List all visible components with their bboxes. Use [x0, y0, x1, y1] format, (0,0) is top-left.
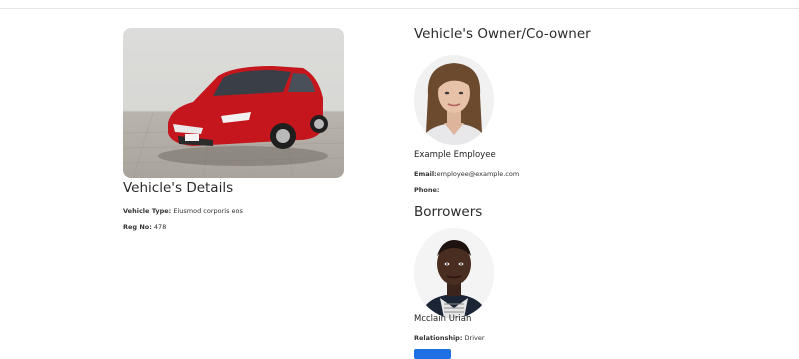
vehicle-type-line: Vehicle Type: Eiusmod corporis eos: [123, 207, 243, 215]
owner-photo: [414, 55, 494, 145]
reg-no-value: 478: [153, 223, 167, 231]
borrower-relationship-label: Relationship:: [414, 334, 463, 342]
reg-no-label: Reg No:: [123, 223, 152, 231]
owner-phone-line: Phone:: [414, 186, 440, 194]
borrower-photo: [414, 228, 494, 318]
header-divider: [0, 8, 799, 9]
borrower-action-button[interactable]: [414, 349, 451, 359]
vehicle-type-value: Eiusmod corporis eos: [173, 207, 243, 215]
vehicle-photo: [123, 28, 344, 178]
borrower-name: Mcclain Uriah: [414, 314, 472, 324]
owner-name: Example Employee: [414, 150, 496, 160]
car-image: [123, 66, 344, 178]
borrowers-section-title: Borrowers: [414, 204, 483, 220]
owner-phone-label: Phone:: [414, 186, 440, 194]
reg-no-line: Reg No: 478: [123, 223, 166, 231]
borrower-relationship-line: Relationship: Driver: [414, 334, 485, 342]
owner-avatar: [414, 55, 494, 145]
owner-section-title: Vehicle's Owner/Co-owner: [414, 26, 591, 42]
owner-email-line: Email:employee@example.com: [414, 170, 519, 178]
borrower-avatar: [414, 228, 494, 318]
vehicle-type-label: Vehicle Type:: [123, 207, 172, 215]
owner-email-label: Email:: [414, 170, 437, 178]
owner-email-value[interactable]: employee@example.com: [437, 170, 520, 178]
borrower-relationship-value: Driver: [464, 334, 485, 342]
vehicle-details-title: Vehicle's Details: [123, 180, 234, 196]
